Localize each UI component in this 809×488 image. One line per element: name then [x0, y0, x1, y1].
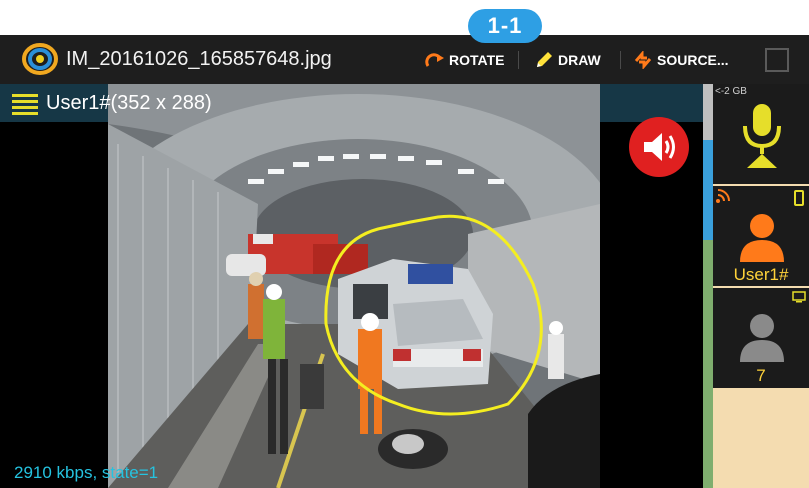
speaker-button[interactable] — [629, 117, 689, 177]
speaker-volume-icon — [644, 133, 675, 161]
rotate-icon — [425, 53, 444, 67]
bitrate-status: 2910 kbps, state=1 — [14, 463, 159, 482]
participant-avatar-icon — [740, 314, 784, 362]
title-bar: IM_20161026_165857648.jpg ROTATE DRAW SO… — [0, 35, 809, 84]
divider — [518, 51, 519, 69]
app-logo-icon — [22, 43, 58, 75]
user-avatar-icon — [740, 214, 784, 262]
participant-name: User1# — [733, 265, 789, 284]
file-name: IM_20161026_165857648.jpg — [66, 48, 332, 70]
strip-indicator — [703, 140, 713, 240]
source-button[interactable]: SOURCE... — [633, 50, 729, 70]
pencil-icon — [537, 52, 552, 67]
participant-count: 7 — [756, 366, 766, 385]
rotate-button[interactable]: ROTATE — [425, 50, 504, 70]
video-user-label: User1#(352 x 288) — [46, 92, 212, 114]
microphone-icon[interactable] — [739, 98, 785, 172]
expand-icon[interactable] — [764, 47, 790, 73]
divider — [620, 51, 621, 69]
storage-label: <-2 GB — [715, 86, 747, 97]
draw-button[interactable]: DRAW — [534, 50, 601, 70]
step-badge: 1-1 — [468, 9, 542, 43]
source-label: SOURCE... — [657, 52, 729, 68]
monitor-icon — [792, 291, 806, 303]
draw-label: DRAW — [558, 52, 601, 68]
hamburger-menu-icon[interactable] — [12, 92, 38, 116]
rotate-label: ROTATE — [449, 52, 505, 68]
swap-arrows-icon — [634, 51, 652, 69]
strip-indicator — [703, 240, 713, 488]
wifi-icon — [716, 189, 730, 203]
phone-icon — [794, 190, 804, 206]
photo-image — [108, 84, 600, 488]
